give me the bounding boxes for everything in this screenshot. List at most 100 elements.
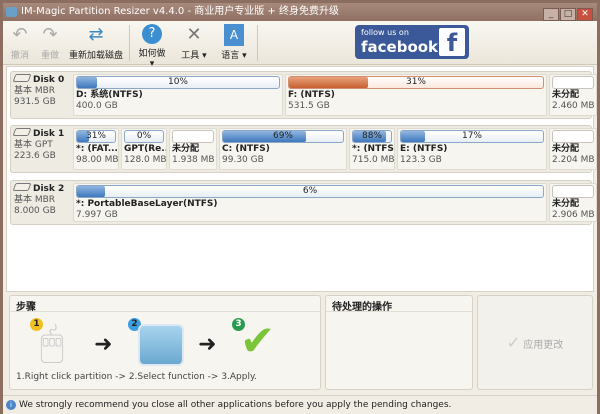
language-button[interactable]: A 语言 ▾ (217, 24, 251, 61)
arrow-right-icon: ➜ (94, 332, 113, 357)
disk-label[interactable]: Disk 1 基本 GPT 223.6 GB (12, 128, 70, 162)
partition-label: 未分配 (552, 199, 580, 209)
toolbar-separator (257, 25, 258, 61)
partition[interactable]: 31% F: (NTFS) 531.5 GB (285, 74, 547, 116)
facebook-small-text: follow us on (361, 28, 409, 37)
disk-map: Disk 0 基本 MBR 931.5 GB 10% D: 系统(NTFS) 400.0 … (6, 66, 597, 292)
tools-button[interactable]: ✕ 工具 ▾ (177, 24, 211, 61)
partition[interactable]: 10% D: 系统(NTFS) 400.0 GB (73, 74, 283, 116)
partition[interactable]: 0% GPT(Re... 128.0 MB (121, 128, 167, 170)
undo-button[interactable]: ↶ 撤消 (7, 24, 33, 61)
hard-disk-icon (12, 74, 32, 82)
usage-bar-fill (401, 131, 426, 142)
disk-label[interactable]: Disk 0 基本 MBR 931.5 GB (12, 74, 70, 108)
partition[interactable]: 未分配 1.938 MB (169, 128, 217, 170)
status-text: We strongly recommend you close all othe… (19, 400, 452, 410)
partition[interactable]: 31% *: (FAT... 98.00 MB (73, 128, 119, 170)
partition-size: 128.0 MB (124, 155, 167, 165)
app-window: IM-Magic Partition Resizer v4.4.0 - 商业用户… (0, 0, 600, 414)
disk-type: 基本 MBR (14, 86, 56, 96)
usage-bar-fill (77, 186, 105, 197)
facebook-follow-button[interactable]: follow us on facebook f (355, 25, 469, 59)
usage-percent: 31% (85, 131, 106, 141)
usage-bar (172, 130, 214, 143)
disk-label[interactable]: Disk 2 基本 MBR 8.000 GB (12, 183, 70, 217)
facebook-text: facebook (361, 38, 439, 56)
partition[interactable]: 17% E: (NTFS) 123.3 GB (397, 128, 547, 170)
disk-row[interactable]: Disk 2 基本 MBR 8.000 GB 6% *: PortableBaseLay… (10, 180, 597, 225)
usage-bar-fill (77, 77, 98, 88)
close-button[interactable]: ✕ (577, 8, 593, 21)
checkmark-icon: ✔ (240, 316, 276, 365)
partition-size: 2.906 MB (552, 210, 595, 220)
usage-bar: 10% (76, 76, 280, 89)
partition[interactable]: 88% *: (NTFS) 715.0 MB (349, 128, 395, 170)
arrow-right-icon: ➜ (198, 332, 217, 357)
partition-size: 2.204 MB (552, 155, 595, 165)
disk-row[interactable]: Disk 1 基本 GPT 223.6 GB 31% *: (FAT... 98.00 M… (10, 125, 597, 173)
usage-bar: 31% (288, 76, 544, 89)
howto-label: 如何做 (138, 49, 166, 59)
redo-button[interactable]: ↷ 重做 (37, 24, 63, 61)
partition[interactable]: 未分配 2.906 MB (549, 183, 597, 222)
partition-size: 123.3 GB (400, 155, 442, 165)
disk-row[interactable]: Disk 0 基本 MBR 931.5 GB 10% D: 系统(NTFS) 400.0 … (10, 71, 597, 119)
mouse-icon: 🖱 (40, 320, 64, 366)
partition[interactable]: 未分配 2.460 MB (549, 74, 597, 116)
language-icon: A (224, 24, 244, 46)
apply-check-icon: ✓ (506, 333, 521, 352)
undo-icon: ↶ (12, 24, 28, 45)
usage-bar: 88% (352, 130, 392, 143)
undo-label: 撤消 (10, 51, 29, 61)
tools-label: 工具 (181, 51, 200, 61)
partition-label: 未分配 (552, 90, 580, 100)
howto-button[interactable]: ? 如何做 ▾ (135, 24, 169, 69)
partition-label: *: (NTFS) (352, 144, 395, 154)
partition-size: 99.30 GB (222, 155, 264, 165)
minimize-button[interactable]: _ (543, 8, 559, 21)
language-label: 语言 (221, 51, 240, 61)
hard-disk-icon (12, 183, 32, 191)
usage-bar: 0% (124, 130, 164, 143)
disk-name: Disk 2 (33, 184, 65, 194)
partition-label: D: 系统(NTFS) (76, 90, 143, 100)
partition-size: 7.997 GB (76, 210, 118, 220)
usage-percent: 17% (461, 131, 482, 141)
disk-size: 931.5 GB (14, 97, 56, 107)
redo-icon: ↷ (42, 24, 58, 45)
disk-name: Disk 0 (33, 75, 65, 85)
usage-bar (552, 185, 594, 198)
partition-size: 400.0 GB (76, 101, 118, 111)
partition[interactable]: 6% *: PortableBaseLayer(NTFS) 7.997 GB (73, 183, 547, 222)
partition[interactable]: 未分配 2.204 MB (549, 128, 597, 170)
usage-bar: 17% (400, 130, 544, 143)
usage-percent: 6% (302, 186, 318, 196)
toolbar: ↶ 撤消 ↷ 重做 ⇄ 重新加载磁盘 ? 如何做 ▾ ✕ 工具 ▾ A 语言 ▾ follo… (3, 21, 597, 69)
usage-percent: 69% (272, 131, 293, 141)
toolbar-separator (129, 25, 130, 61)
redo-label: 重做 (40, 51, 59, 61)
reload-icon: ⇄ (88, 24, 104, 45)
partition-label: F: (NTFS) (288, 90, 335, 100)
apply-changes-button[interactable]: ✓ 应用更改 (477, 295, 593, 390)
maximize-button[interactable]: □ (560, 8, 576, 21)
disk-function-icon (138, 324, 184, 366)
usage-bar-fill (223, 131, 306, 142)
pending-title: 待处理的操作 (326, 296, 472, 313)
reload-disks-button[interactable]: ⇄ 重新加载磁盘 (67, 24, 125, 61)
disk-type: 基本 GPT (14, 140, 53, 150)
facebook-icon: f (439, 28, 465, 57)
partition-size: 715.0 MB (352, 155, 395, 165)
steps-title: 步骤 (10, 296, 320, 313)
disk-name: Disk 1 (33, 129, 65, 139)
hard-disk-icon (12, 128, 32, 136)
partition-size: 1.938 MB (172, 155, 215, 165)
steps-panel: 步骤 1 🖱 ➜ 2 ➜ 3 ✔ 1.Right click partition… (9, 295, 321, 390)
disk-type: 基本 MBR (14, 195, 56, 205)
partition[interactable]: 69% C: (NTFS) 99.30 GB (219, 128, 347, 170)
info-icon: i (6, 400, 16, 410)
help-icon: ? (142, 24, 162, 44)
usage-bar (552, 130, 594, 143)
partition-label: *: PortableBaseLayer(NTFS) (76, 199, 218, 209)
usage-percent: 10% (167, 77, 188, 87)
